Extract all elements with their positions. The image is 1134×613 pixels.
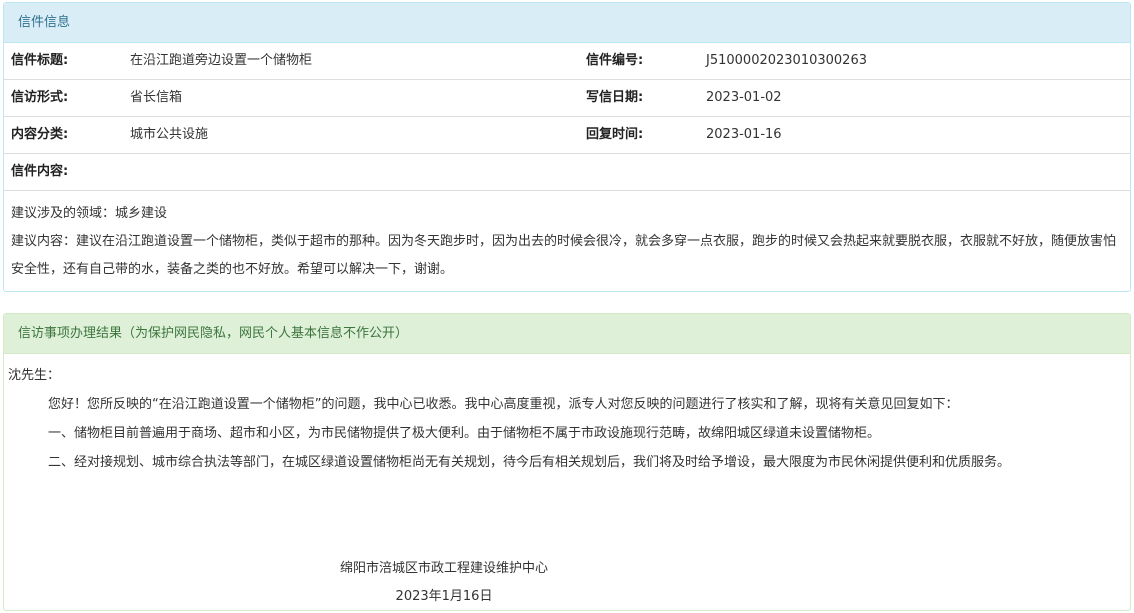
reply-paragraph-2: 一、储物柜目前普遍用于商场、超市和小区，为市民储物提供了极大便利。由于储物柜不属… (48, 426, 881, 441)
category-value: 城市公共设施 (130, 127, 209, 142)
form-label: 信访形式: (11, 90, 69, 105)
reply-paragraph-3: 二、经对接规划、城市综合执法等部门，在城区绿道设置储物柜尚无有关规划，待今后有相… (48, 455, 1011, 470)
content-label: 信件内容: (11, 164, 69, 179)
reply-date: 2023年1月16日 (395, 589, 493, 604)
content-domain: 建议涉及的领域：城乡建设 (11, 206, 168, 221)
reply-paragraph-1: 您好！您所反映的“在沿江跑道设置一个储物柜”的问题，我中心已收悉。我中心高度重视… (48, 397, 959, 412)
reply-body: 沈先生： 您好！您所反映的“在沿江跑道设置一个储物柜”的问题，我中心已收悉。我中… (4, 354, 1130, 477)
info-row-form: 信访形式: 省长信箱 写信日期: 2023-01-02 (4, 80, 1130, 117)
reply-signature: 绵阳市涪城区市政工程建设维护中心 (339, 561, 548, 576)
content-suggestion: 建议内容：建议在沿江跑道设置一个储物柜，类似于超市的那种。因为冬天跑步时，因为出… (11, 234, 1117, 277)
title-label: 信件标题: (11, 53, 69, 68)
letter-info-panel: 信件信息 信件标题: 在沿江跑道旁边设置一个储物柜 信件编号: J5100002… (3, 2, 1131, 292)
info-row-category: 内容分类: 城市公共设施 回复时间: 2023-01-16 (4, 117, 1130, 154)
reply-time-label: 回复时间: (586, 127, 644, 142)
result-heading: 信访事项办理结果（为保护网民隐私，网民个人基本信息不作公开） (4, 314, 1130, 354)
category-label: 内容分类: (11, 127, 69, 142)
letter-content: 建议涉及的领域：城乡建设 建议内容：建议在沿江跑道设置一个储物柜，类似于超市的那… (4, 191, 1130, 284)
result-panel: 信访事项办理结果（为保护网民隐私，网民个人基本信息不作公开） 沈先生： 您好！您… (3, 313, 1131, 611)
info-row-content-label: 信件内容: (4, 154, 1130, 191)
title-value: 在沿江跑道旁边设置一个储物柜 (130, 53, 313, 68)
info-row-title: 信件标题: 在沿江跑道旁边设置一个储物柜 信件编号: J510000202301… (4, 43, 1130, 80)
reply-time-value: 2023-01-16 (706, 127, 782, 142)
number-value: J5100002023010300263 (706, 53, 867, 68)
number-label: 信件编号: (586, 53, 644, 68)
letter-info-heading: 信件信息 (4, 3, 1130, 43)
form-value: 省长信箱 (130, 90, 183, 105)
date-value: 2023-01-02 (706, 90, 782, 105)
reply-salutation: 沈先生： (8, 368, 61, 383)
date-label: 写信日期: (586, 90, 644, 105)
